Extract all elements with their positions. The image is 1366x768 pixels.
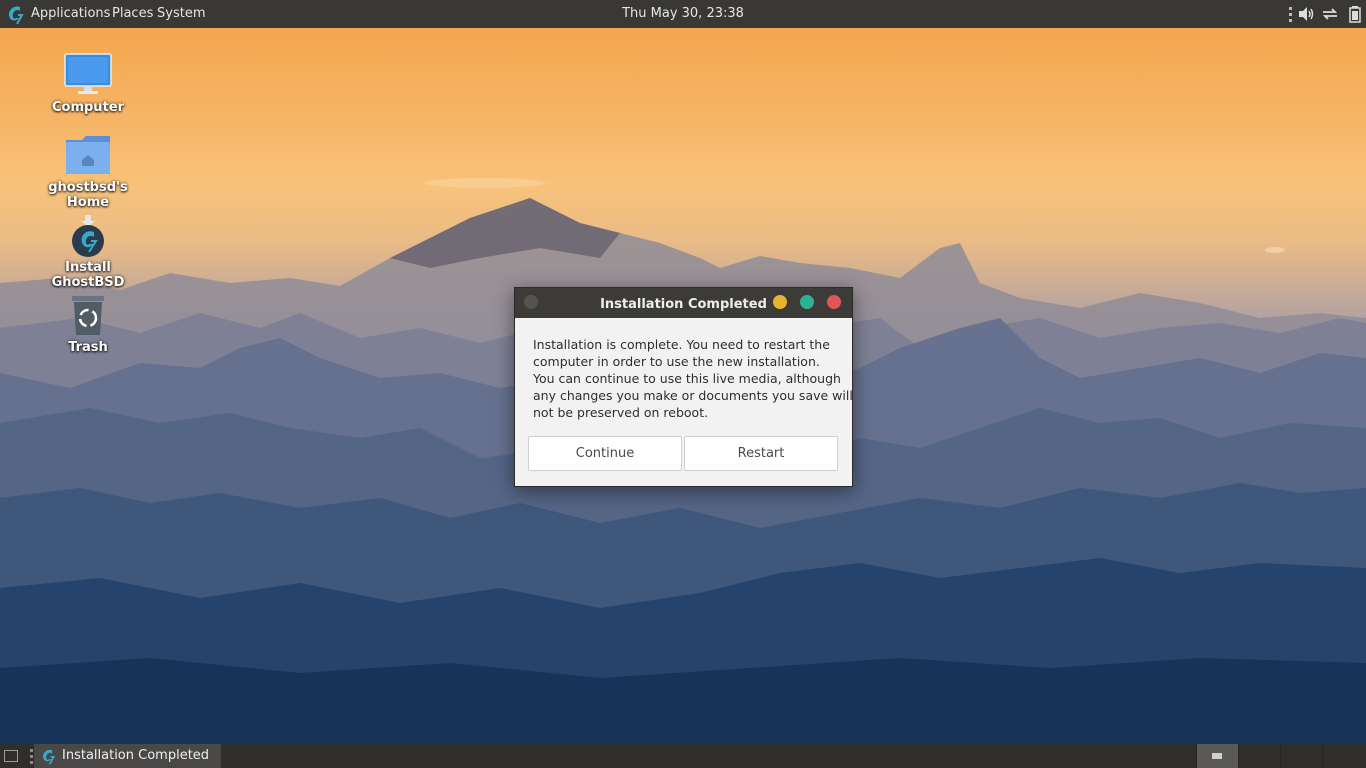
desktop-icon-home[interactable]: ghostbsd's Home: [28, 132, 148, 210]
minimize-button[interactable]: [773, 295, 787, 309]
message-line: any changes you make or documents you sa…: [533, 388, 853, 403]
workspace-1[interactable]: [1196, 744, 1238, 768]
home-folder-icon: [66, 136, 110, 174]
message-line: computer in order to use the new install…: [533, 354, 820, 369]
taskbar-item-installation-completed[interactable]: Installation Completed: [34, 744, 221, 768]
workspace-window-thumb: [1212, 753, 1222, 759]
desktop-icon-computer[interactable]: Computer: [28, 50, 148, 120]
top-panel: Applications Places System Thu May 30, 2…: [0, 0, 1366, 28]
desktop-icon-label: ghostbsd's Home: [48, 180, 128, 210]
maximize-button[interactable]: [800, 295, 814, 309]
places-menu[interactable]: Places: [112, 6, 153, 21]
restart-button[interactable]: Restart: [684, 436, 838, 471]
volume-icon[interactable]: [1297, 5, 1315, 23]
desktop-icon-install-ghostbsd[interactable]: Install GhostBSD: [28, 214, 148, 290]
network-icon[interactable]: [1321, 5, 1339, 23]
message-line: not be preserved on reboot.: [533, 405, 709, 420]
tray-handle-icon[interactable]: [1289, 5, 1293, 23]
install-icon: [72, 215, 104, 257]
taskbar-item-label: Installation Completed: [62, 748, 210, 763]
clock[interactable]: Thu May 30, 23:38: [622, 6, 744, 21]
trash-icon: [72, 296, 104, 335]
bottom-panel: Installation Completed: [0, 744, 1366, 768]
desktop-icon-label: Computer: [51, 100, 125, 115]
tasklist-handle-icon[interactable]: [30, 747, 33, 765]
dialog-message: Installation is complete. You need to re…: [533, 336, 853, 421]
installation-completed-dialog: Installation Completed Installation is c…: [514, 287, 853, 487]
desktop-icon-trash[interactable]: Trash: [28, 292, 148, 362]
message-line: You can continue to use this live media,…: [533, 371, 841, 386]
workspace-3[interactable]: [1280, 744, 1322, 768]
ghostbsd-logo-icon: [43, 749, 56, 765]
show-desktop-icon[interactable]: [4, 750, 18, 762]
dialog-titlebar[interactable]: Installation Completed: [515, 288, 852, 318]
workspace-switcher: [1196, 744, 1366, 768]
ghostbsd-logo-icon[interactable]: [4, 3, 26, 25]
battery-icon[interactable]: [1346, 5, 1364, 23]
message-line: Installation is complete. You need to re…: [533, 337, 830, 352]
workspace-4[interactable]: [1322, 744, 1364, 768]
workspace-2[interactable]: [1238, 744, 1280, 768]
computer-icon: [64, 53, 112, 94]
applications-menu[interactable]: Applications: [31, 6, 110, 21]
continue-button[interactable]: Continue: [528, 436, 682, 471]
desktop-icon-label: Trash: [68, 340, 108, 355]
desktop-icon-label: Install GhostBSD: [51, 260, 125, 290]
system-menu[interactable]: System: [157, 6, 205, 21]
close-button[interactable]: [827, 295, 841, 309]
